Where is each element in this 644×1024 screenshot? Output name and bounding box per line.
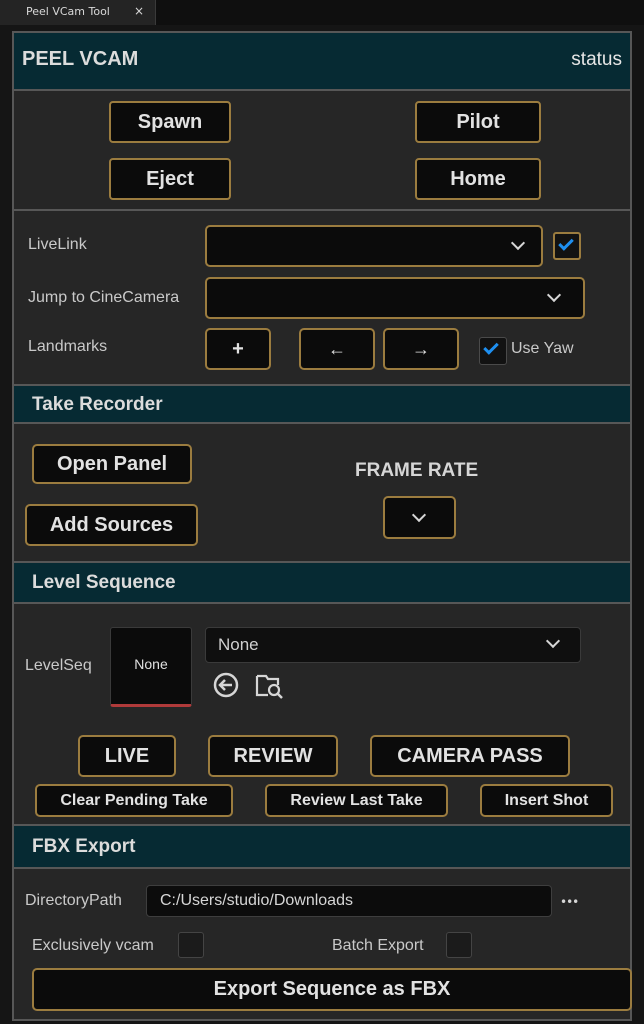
chevron-down-icon	[546, 287, 562, 303]
level-sequence-title: Level Sequence	[32, 572, 176, 593]
spawn-button[interactable]: Spawn	[109, 101, 231, 143]
livelink-checkbox[interactable]	[553, 232, 581, 260]
eject-button[interactable]: Eject	[109, 158, 231, 200]
pilot-button[interactable]: Pilot	[415, 101, 541, 143]
tab-title: Peel VCam Tool	[26, 5, 110, 18]
frame-rate-label: FRAME RATE	[355, 460, 479, 481]
use-yaw-checkbox[interactable]	[479, 337, 507, 365]
tab-bar: Peel VCam Tool ×	[0, 0, 644, 25]
landmarks-label: Landmarks	[28, 338, 108, 355]
livelink-dropdown[interactable]	[205, 225, 543, 267]
directory-path-field[interactable]: C:/Users/studio/Downloads	[146, 885, 552, 917]
checkmark-icon	[558, 235, 574, 251]
levelseq-selected: None	[218, 635, 259, 654]
use-yaw-label: Use Yaw	[511, 340, 574, 357]
level-sequence-header: Level Sequence	[14, 561, 630, 604]
take-recorder-header: Take Recorder	[14, 384, 630, 424]
more-icon[interactable]: •••	[560, 895, 579, 909]
exclusively-vcam-label: Exclusively vcam	[32, 937, 154, 954]
add-landmark-button[interactable]: +	[205, 328, 271, 370]
clear-pending-take-button[interactable]: Clear Pending Take	[35, 784, 233, 817]
batch-export-label: Batch Export	[332, 937, 424, 954]
add-sources-button[interactable]: Add Sources	[25, 504, 198, 546]
tab-peel-vcam-tool[interactable]: Peel VCam Tool ×	[0, 0, 156, 25]
exclusively-vcam-checkbox[interactable]	[178, 932, 204, 958]
prev-landmark-button[interactable]: ←	[299, 328, 375, 370]
live-button[interactable]: LIVE	[78, 735, 176, 777]
fbx-export-title: FBX Export	[32, 836, 136, 857]
export-fbx-button[interactable]: Export Sequence as FBX	[32, 968, 632, 1011]
next-landmark-button[interactable]: →	[383, 328, 459, 370]
cinecamera-dropdown[interactable]	[205, 277, 585, 319]
checkmark-icon	[483, 339, 499, 355]
batch-export-checkbox[interactable]	[446, 932, 472, 958]
livelink-label: LiveLink	[28, 236, 87, 253]
review-last-take-button[interactable]: Review Last Take	[265, 784, 448, 817]
status-label: status	[571, 49, 622, 70]
divider	[14, 209, 630, 211]
vcam-panel: PEEL VCAM status Spawn Pilot Eject Home …	[12, 31, 632, 1021]
directory-path-label: DirectoryPath	[25, 892, 122, 909]
insert-shot-button[interactable]: Insert Shot	[480, 784, 613, 817]
chevron-down-icon	[510, 235, 526, 251]
home-button[interactable]: Home	[415, 158, 541, 200]
levelseq-dropdown[interactable]: None	[205, 627, 581, 663]
levelseq-thumbnail[interactable]: None	[110, 627, 192, 707]
main-header: PEEL VCAM status	[14, 33, 630, 91]
take-recorder-title: Take Recorder	[32, 394, 163, 415]
fbx-export-header: FBX Export	[14, 824, 630, 869]
review-button[interactable]: REVIEW	[208, 735, 338, 777]
open-panel-button[interactable]: Open Panel	[32, 444, 192, 484]
chevron-down-icon	[545, 633, 561, 649]
thumbnail-label: None	[134, 656, 168, 672]
levelseq-label: LevelSeq	[25, 657, 92, 674]
use-selected-asset-icon[interactable]	[212, 671, 240, 699]
close-icon[interactable]: ×	[134, 4, 144, 18]
cinecamera-label: Jump to CineCamera	[28, 289, 180, 306]
chevron-down-icon	[411, 507, 427, 523]
directory-path-value: C:/Users/studio/Downloads	[160, 892, 353, 909]
browse-asset-icon[interactable]	[254, 671, 284, 701]
frame-rate-dropdown[interactable]	[383, 496, 456, 539]
camera-pass-button[interactable]: CAMERA PASS	[370, 735, 570, 777]
page-title: PEEL VCAM	[22, 48, 139, 70]
